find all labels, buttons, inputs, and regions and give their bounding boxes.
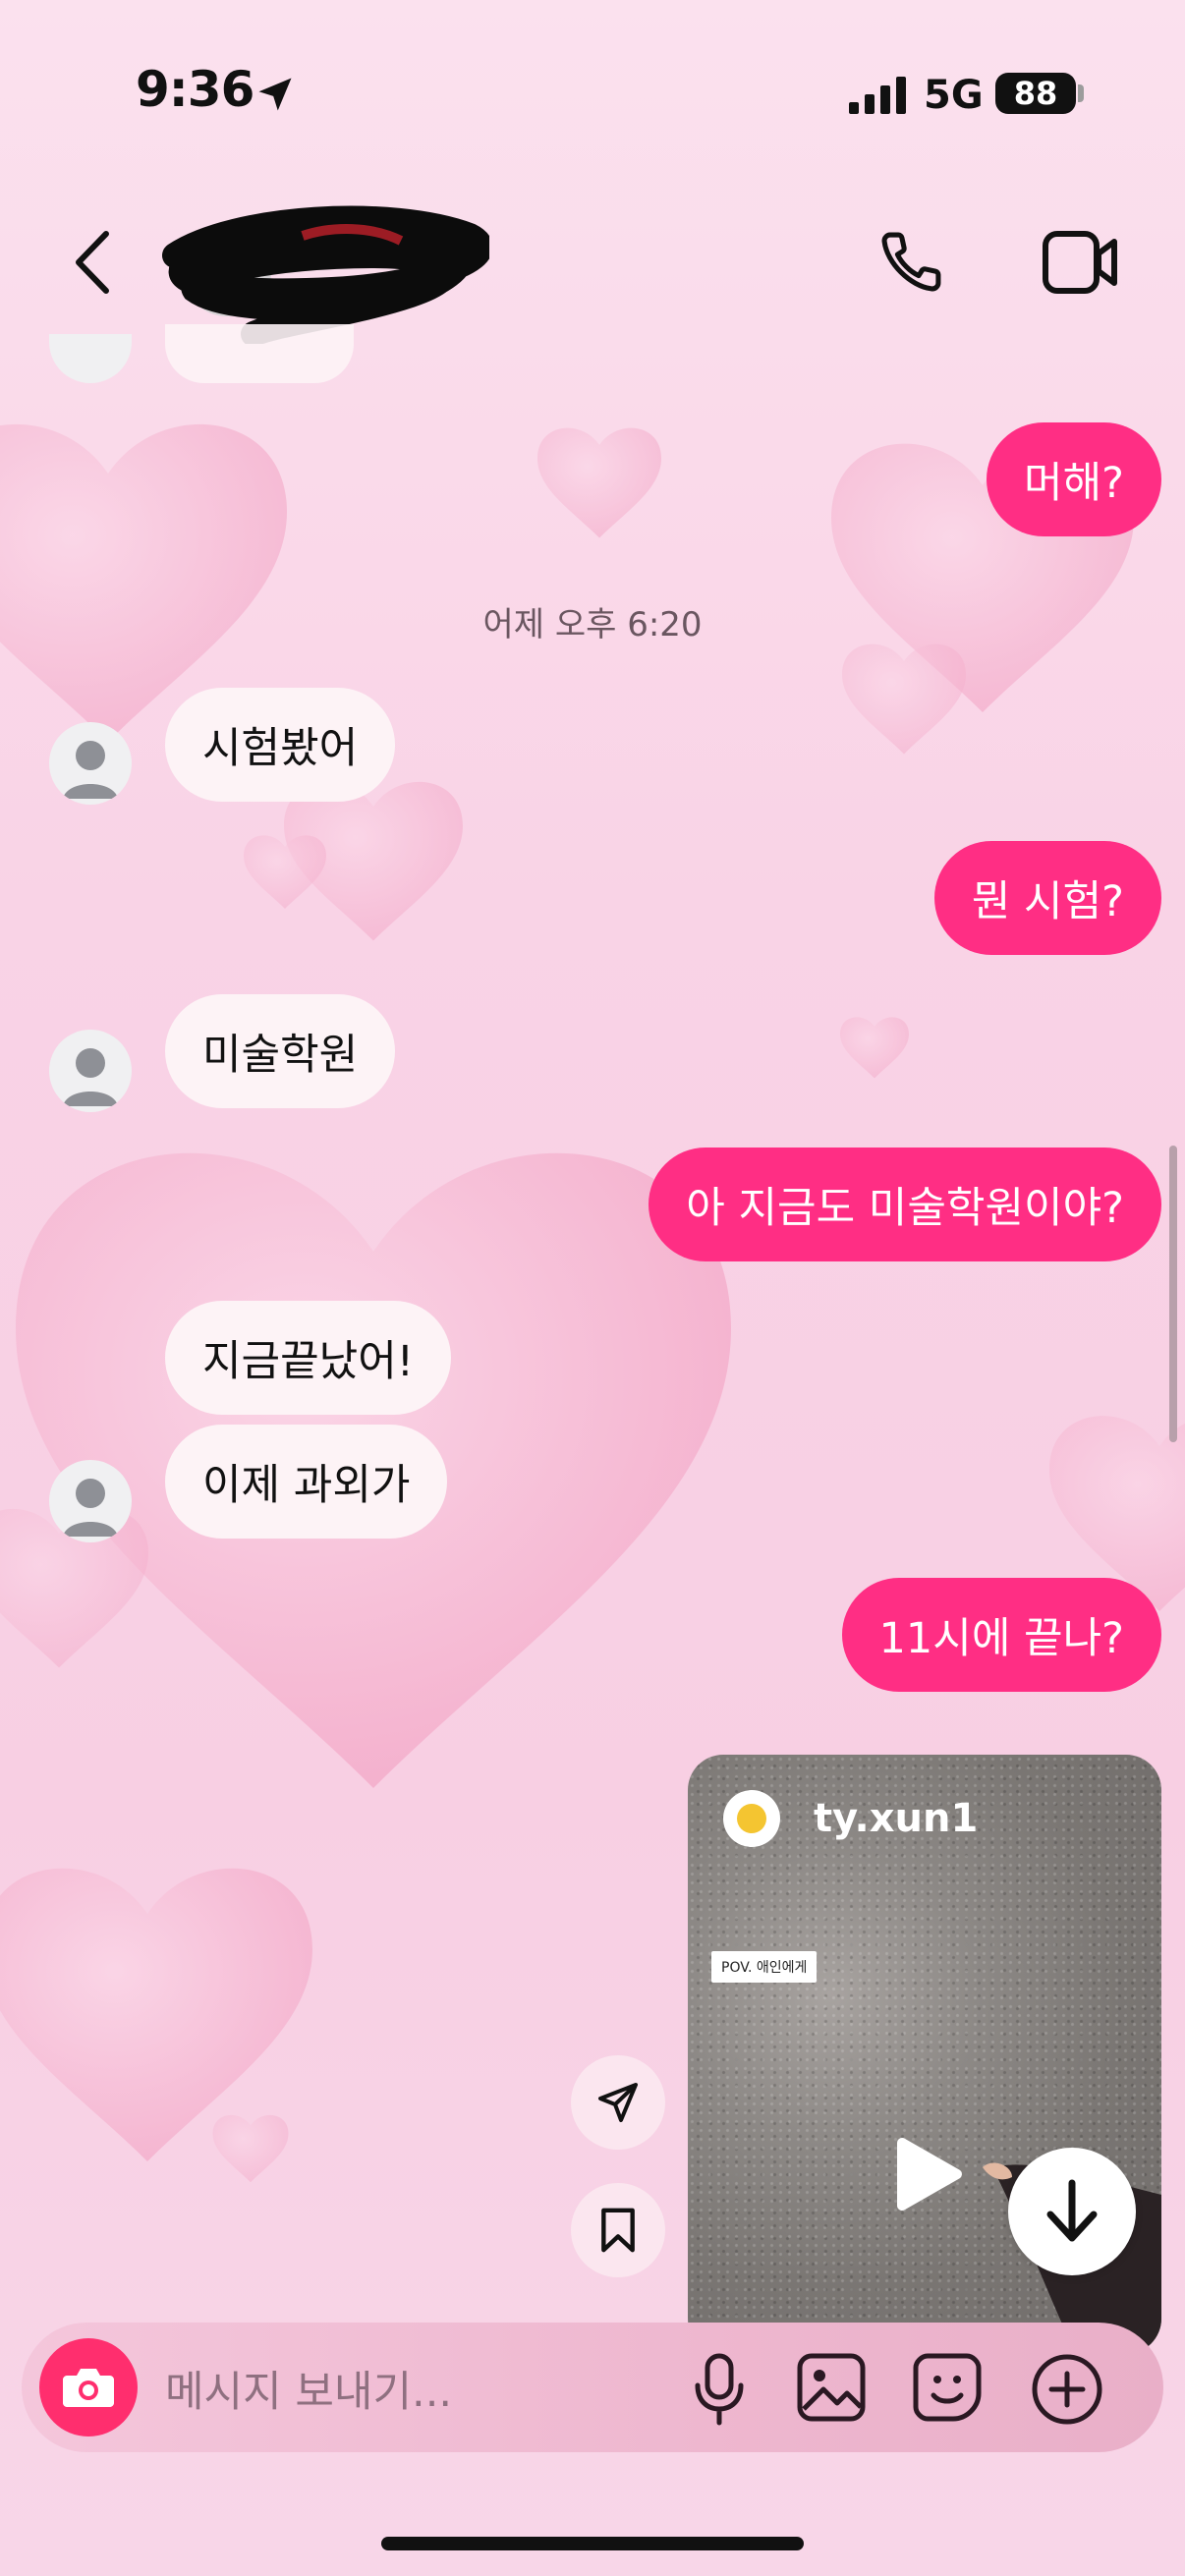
gallery-icon[interactable]	[796, 2352, 867, 2423]
add-icon[interactable]	[1030, 2352, 1104, 2427]
video-call-icon[interactable]	[1042, 228, 1120, 297]
message-bubble-outgoing[interactable]: 11시에 끝나?	[841, 1578, 1161, 1692]
reel-author-avatar	[723, 1790, 780, 1847]
redaction-scribble	[162, 205, 489, 344]
message-bubble-incoming[interactable]: 지금끝났어!	[165, 1301, 452, 1415]
message-bubble-incoming[interactable]: 미술학원	[165, 994, 396, 1108]
clipped-bubble	[165, 324, 354, 383]
default-user-icon	[63, 1479, 118, 1537]
back-chevron-icon[interactable]	[69, 228, 118, 297]
status-time: 9:36	[136, 61, 254, 118]
battery-tip	[1078, 84, 1084, 102]
message-bubble-incoming[interactable]: 시험봤어	[165, 688, 396, 802]
battery-level: 88	[1013, 75, 1058, 112]
message-input[interactable]: 메시지 보내기...	[165, 2358, 452, 2419]
save-reel-button[interactable]	[571, 2183, 665, 2277]
play-icon[interactable]	[884, 2133, 967, 2215]
share-reel-button[interactable]	[571, 2055, 665, 2150]
default-user-icon	[63, 1048, 118, 1106]
location-arrow-icon	[258, 78, 292, 111]
microphone-icon[interactable]	[688, 2352, 751, 2427]
camera-button[interactable]	[39, 2338, 138, 2436]
reel-caption-tag: POV. 애인에게	[711, 1951, 818, 1983]
default-user-icon	[63, 741, 118, 799]
phone-icon[interactable]	[875, 224, 949, 299]
scroll-to-bottom-button[interactable]	[1008, 2148, 1136, 2275]
reel-username: ty.xun1	[814, 1796, 979, 1841]
network-type: 5G	[924, 73, 984, 118]
message-bubble-outgoing[interactable]: 머해?	[987, 422, 1161, 536]
message-timestamp: 어제 오후 6:20	[482, 605, 703, 644]
message-bubble-outgoing[interactable]: 뭔 시험?	[933, 841, 1161, 955]
home-indicator	[381, 2537, 804, 2550]
signal-icon	[849, 77, 906, 114]
avatar[interactable]	[49, 722, 132, 805]
scrollbar[interactable]	[1169, 1146, 1177, 1442]
avatar[interactable]	[49, 1460, 132, 1542]
sticker-icon[interactable]	[912, 2352, 983, 2423]
message-bubble-outgoing[interactable]: 아 지금도 미술학원이야?	[649, 1148, 1161, 1261]
avatar[interactable]	[49, 1030, 132, 1112]
camera-icon	[63, 2369, 114, 2407]
battery-indicator: 88	[995, 73, 1076, 114]
send-icon	[598, 2083, 638, 2122]
bookmark-icon	[601, 2208, 635, 2253]
arrow-down-icon	[1046, 2179, 1098, 2242]
message-bubble-incoming[interactable]: 이제 과외가	[165, 1425, 448, 1539]
